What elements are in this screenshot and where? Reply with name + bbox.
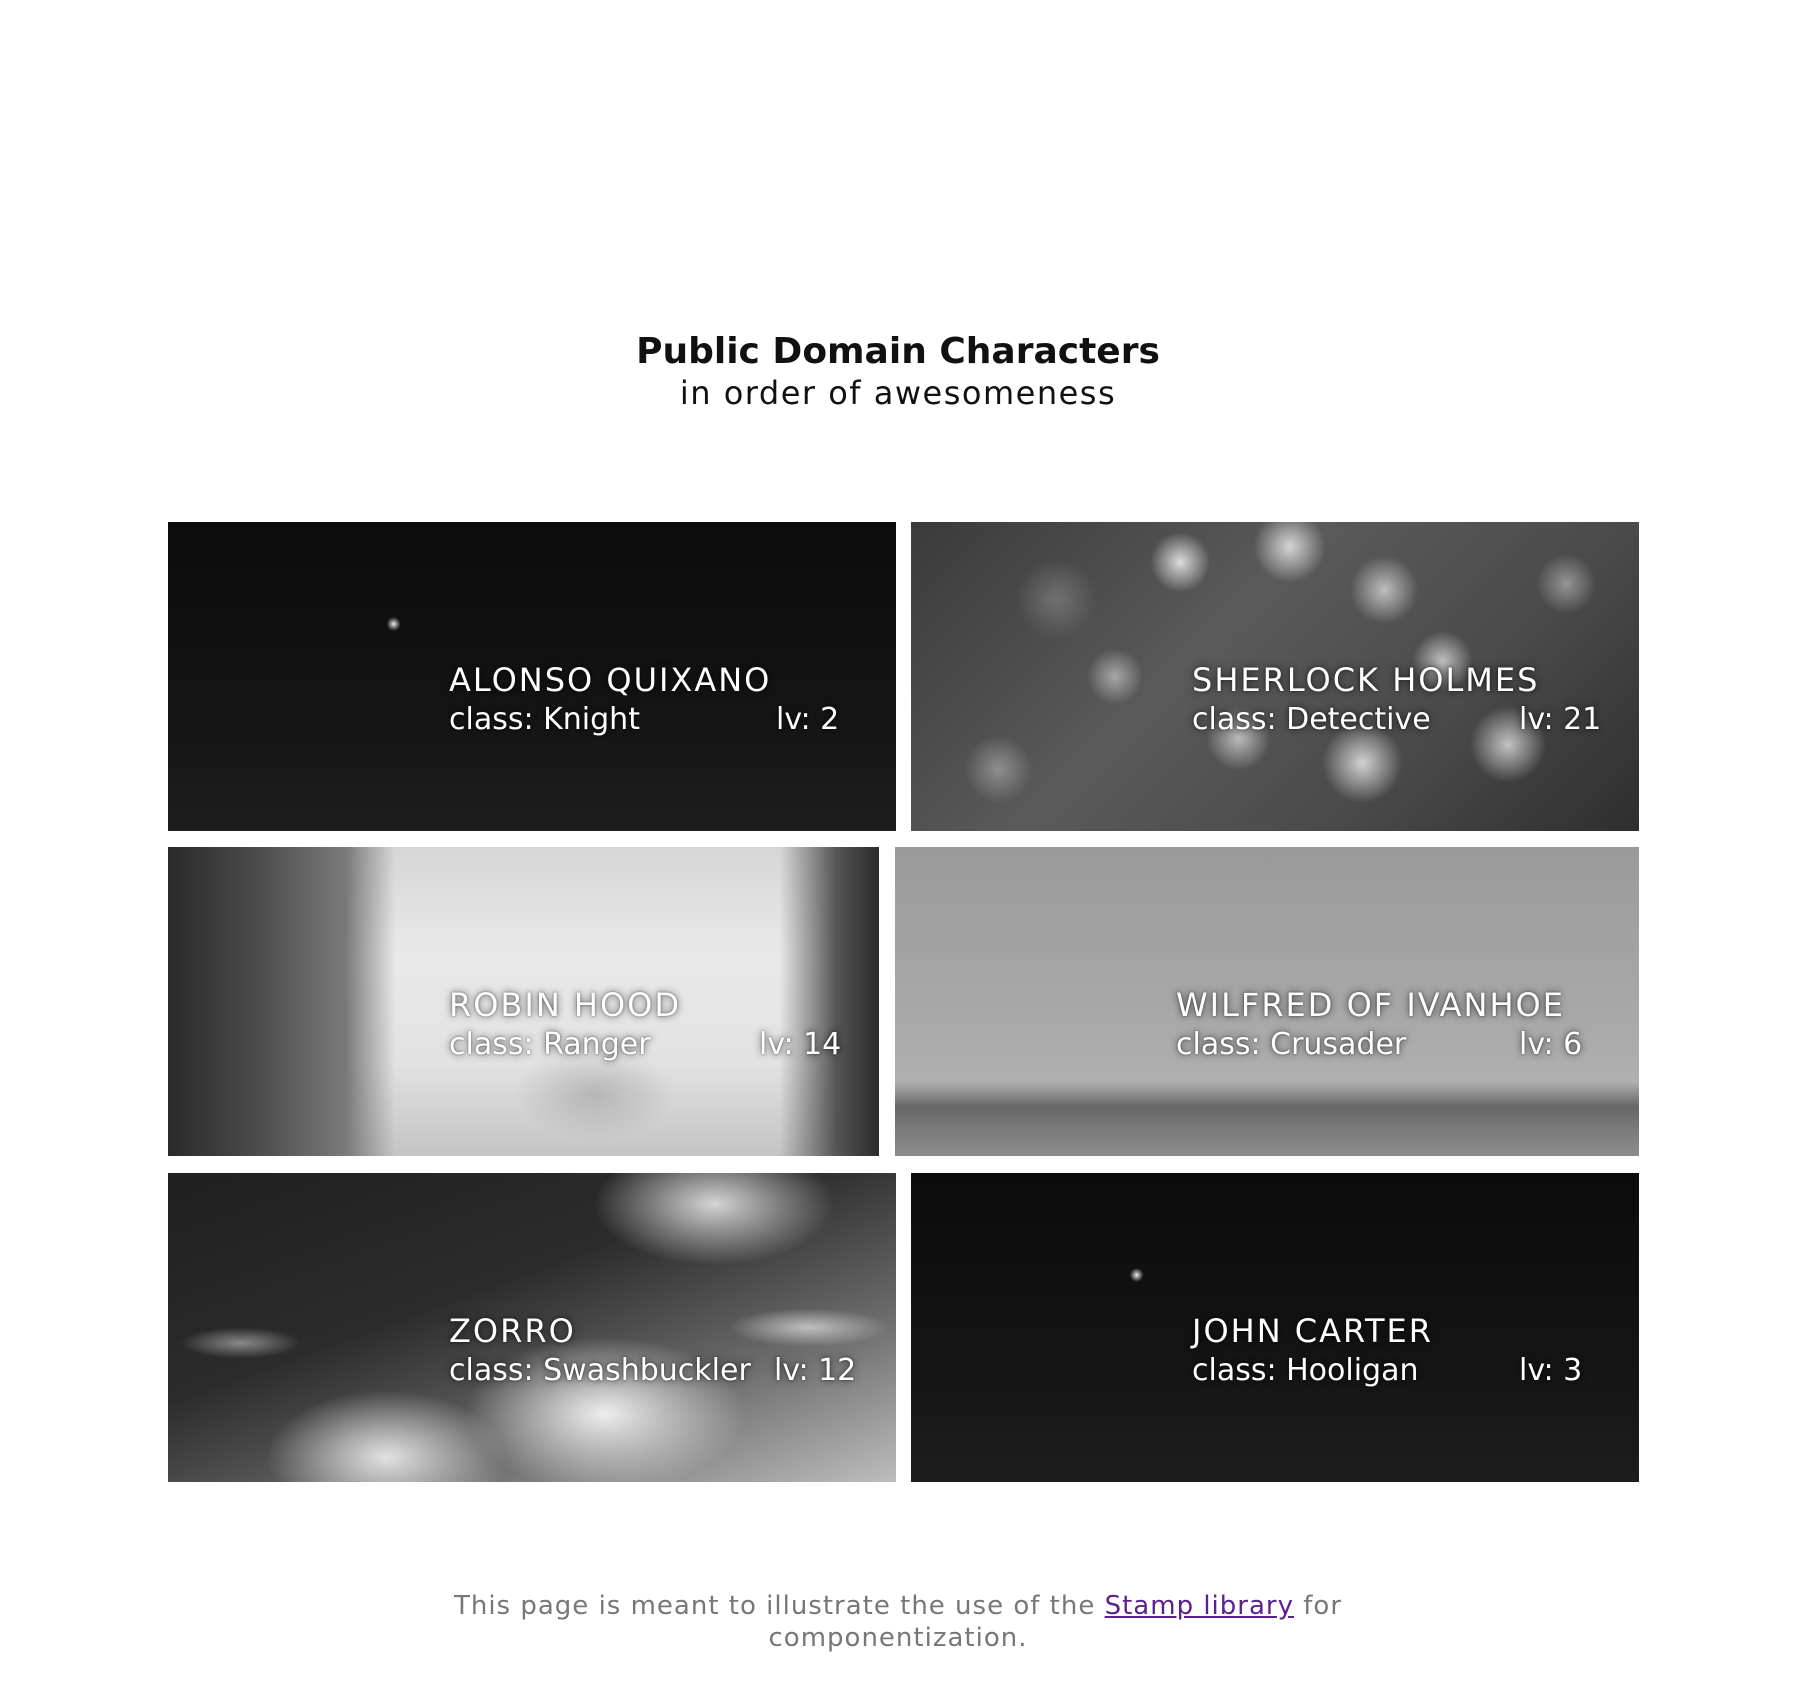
- character-name: ALONSO QUIXANO: [449, 661, 772, 699]
- card-info: ZORRO class: Swashbuckler lv: 12: [449, 1311, 869, 1391]
- character-class: class: Knight: [449, 702, 640, 737]
- character-level: lv: 12: [774, 1353, 857, 1388]
- page-header: Public Domain Characters in order of awe…: [0, 330, 1796, 412]
- character-name: WILFRED OF IVANHOE: [1176, 986, 1565, 1024]
- character-level: lv: 21: [1519, 702, 1602, 737]
- character-level: lv: 3: [1519, 1353, 1583, 1388]
- card-info: SHERLOCK HOLMES class: Detective lv: 21: [1192, 660, 1612, 740]
- character-meta: class: Swashbuckler lv: 12: [449, 1351, 869, 1391]
- character-class: class: Detective: [1192, 702, 1431, 737]
- character-card-alonso-quixano: ALONSO QUIXANO class: Knight lv: 2: [168, 522, 896, 831]
- character-card-john-carter: JOHN CARTER class: Hooligan lv: 3: [911, 1173, 1639, 1482]
- footer-text-before: This page is meant to illustrate the use…: [453, 1591, 1096, 1621]
- character-meta: class: Crusader lv: 6: [1176, 1025, 1616, 1065]
- character-name: SHERLOCK HOLMES: [1192, 661, 1540, 699]
- stamp-library-link[interactable]: Stamp library: [1105, 1591, 1294, 1621]
- character-meta: class: Detective lv: 21: [1192, 700, 1612, 740]
- character-card-robin-hood: ROBIN HOOD class: Ranger lv: 14: [168, 847, 879, 1156]
- card-info: ALONSO QUIXANO class: Knight lv: 2: [449, 660, 849, 740]
- footer-text-after: for: [1303, 1591, 1343, 1621]
- card-info: WILFRED OF IVANHOE class: Crusader lv: 6: [1176, 985, 1616, 1065]
- footer-line-1: This page is meant to illustrate the use…: [0, 1590, 1796, 1622]
- character-class: class: Swashbuckler: [449, 1353, 751, 1388]
- character-class: class: Hooligan: [1192, 1353, 1419, 1388]
- page-title: Public Domain Characters: [636, 331, 1160, 372]
- character-level: lv: 14: [759, 1027, 842, 1062]
- page-subtitle: in order of awesomeness: [679, 374, 1117, 412]
- character-name: ZORRO: [449, 1312, 576, 1350]
- card-info: ROBIN HOOD class: Ranger lv: 14: [449, 985, 849, 1065]
- character-name: ROBIN HOOD: [449, 986, 681, 1024]
- character-name: JOHN CARTER: [1192, 1312, 1433, 1350]
- character-card-zorro: ZORRO class: Swashbuckler lv: 12: [168, 1173, 896, 1482]
- character-card-sherlock-holmes: SHERLOCK HOLMES class: Detective lv: 21: [911, 522, 1639, 831]
- character-level: lv: 6: [1519, 1027, 1583, 1062]
- character-meta: class: Knight lv: 2: [449, 700, 849, 740]
- character-level: lv: 2: [776, 702, 840, 737]
- character-meta: class: Hooligan lv: 3: [1192, 1351, 1612, 1391]
- page-footer: This page is meant to illustrate the use…: [0, 1590, 1796, 1654]
- character-class: class: Crusader: [1176, 1027, 1407, 1062]
- character-card-wilfred-of-ivanhoe: WILFRED OF IVANHOE class: Crusader lv: 6: [895, 847, 1639, 1156]
- character-meta: class: Ranger lv: 14: [449, 1025, 849, 1065]
- character-class: class: Ranger: [449, 1027, 651, 1062]
- footer-line-2: componentization.: [768, 1623, 1028, 1653]
- card-info: JOHN CARTER class: Hooligan lv: 3: [1192, 1311, 1612, 1391]
